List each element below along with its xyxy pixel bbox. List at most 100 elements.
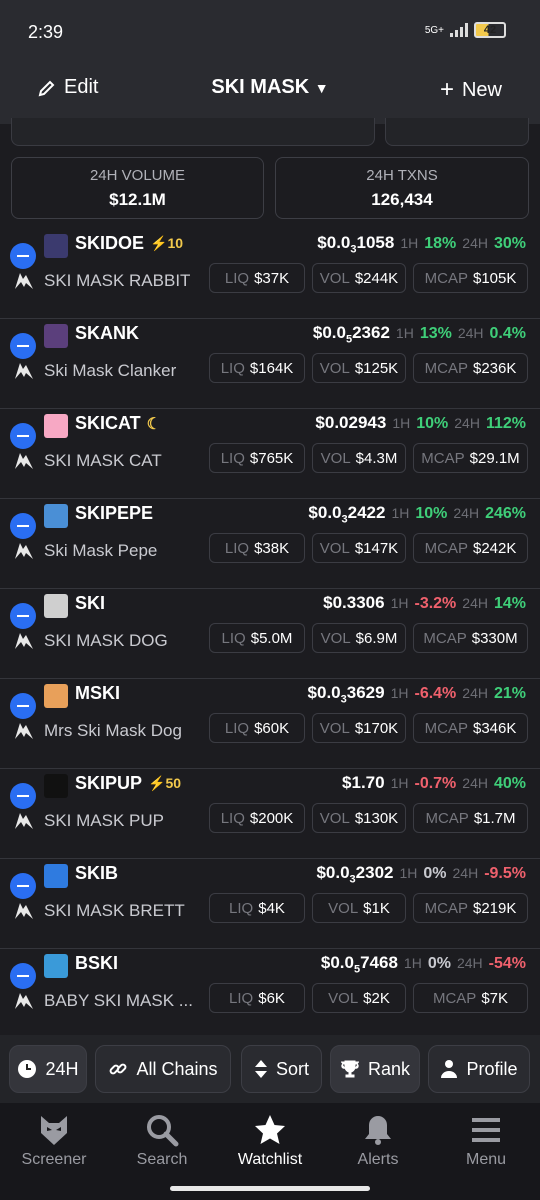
remove-from-watchlist-icon[interactable]	[10, 423, 36, 449]
token-price: $0.033629	[307, 683, 385, 706]
profile-button[interactable]: Profile	[428, 1045, 530, 1093]
token-logo	[44, 594, 68, 618]
token-logo	[44, 864, 68, 888]
remove-from-watchlist-icon[interactable]	[10, 873, 36, 899]
star-icon	[255, 1115, 285, 1144]
mcap-pill: MCAP $242K	[413, 533, 528, 563]
remove-from-watchlist-icon[interactable]	[10, 333, 36, 359]
token-row[interactable]: SKIDOE ⚡10 $0.031058 1H 18% 24H 30% SKI MASK RA…	[0, 229, 540, 319]
mcap-label: MCAP	[424, 359, 468, 377]
liquidity-pill: LIQ $60K	[209, 713, 305, 743]
chain-icon	[15, 903, 33, 919]
liquidity-pill: LIQ $164K	[209, 353, 305, 383]
token-symbol: BSKI	[75, 953, 119, 973]
h1-change: 13%	[419, 325, 452, 342]
token-symbol-group: SKIPEPE	[75, 503, 153, 524]
token-row[interactable]: SKANK $0.052362 1H 13% 24H 0.4% Ski Mask Clank…	[0, 319, 540, 409]
boost-badge: ⚡10	[150, 235, 184, 251]
h1-label: 1H	[395, 325, 414, 341]
liq-value: $5.0M	[250, 629, 293, 647]
clock-icon	[18, 1060, 37, 1078]
extra-button-partial[interactable]	[385, 118, 529, 146]
profile-label: Profile	[466, 1058, 518, 1079]
liq-value: $38K	[254, 539, 290, 557]
sort-icon	[254, 1060, 267, 1078]
owl-logo-icon	[41, 1116, 67, 1145]
token-row[interactable]: SKIPEPE $0.032422 1H 10% 24H 246% Ski Mask Pep…	[0, 499, 540, 589]
liq-label: LIQ	[224, 719, 250, 737]
token-row[interactable]: SKICAT ☾ $0.02943 1H 10% 24H 112% SKI MASK CAT L…	[0, 409, 540, 499]
mcap-value: $7K	[481, 989, 509, 1007]
token-row[interactable]: MSKI $0.033629 1H -6.4% 24H 21% Mrs Ski Mask D…	[0, 679, 540, 769]
volume-pill: VOL $2K	[312, 983, 406, 1013]
sort-button[interactable]: Sort	[241, 1045, 322, 1093]
vol-label: VOL	[328, 899, 359, 917]
liq-value: $37K	[254, 269, 290, 287]
h1-change: 0%	[427, 955, 451, 972]
tab-search[interactable]: Search	[112, 1113, 212, 1169]
plus-icon: +	[439, 76, 454, 103]
chains-button[interactable]: All Chains	[95, 1045, 231, 1093]
new-watchlist-button[interactable]: + New	[440, 76, 502, 104]
battery-icon: 42	[474, 22, 506, 38]
liq-value: $60K	[254, 719, 290, 737]
token-logo	[44, 324, 68, 348]
mcap-label: MCAP	[421, 449, 465, 467]
rank-button[interactable]: Rank	[330, 1045, 420, 1093]
token-logo	[44, 234, 68, 258]
timeframe-button[interactable]: 24H	[9, 1045, 87, 1093]
token-symbol: SKIB	[75, 863, 119, 883]
vol-label: VOL	[319, 539, 350, 557]
h1-label: 1H	[390, 685, 409, 701]
tab-watchlist[interactable]: Watchlist	[220, 1113, 320, 1169]
network-label: 5G+	[424, 24, 444, 36]
caret-down-icon: ▼	[314, 80, 329, 96]
h24-change: 14%	[493, 595, 526, 612]
token-name: Mrs Ski Mask Dog	[44, 721, 182, 740]
h24-label: 24H	[452, 865, 479, 881]
price-change-group: $0.052362 1H 13% 24H 0.4%	[313, 323, 526, 345]
volume-stat: 24H VOLUME $12.1M	[11, 157, 264, 219]
remove-from-watchlist-icon[interactable]	[10, 513, 36, 539]
vol-value: $1K	[363, 899, 390, 917]
token-name: SKI MASK DOG	[44, 631, 168, 650]
vol-value: $125K	[354, 359, 399, 377]
rank-label: Rank	[367, 1058, 411, 1079]
vol-label: VOL	[319, 809, 350, 827]
signal-icon	[450, 23, 468, 37]
remove-from-watchlist-icon[interactable]	[10, 963, 36, 989]
token-row[interactable]: SKIPUP ⚡50 $1.70 1H -0.7% 24H 40% SKI MASK PUP L…	[0, 769, 540, 859]
h24-label: 24H	[457, 325, 484, 341]
vol-label: VOL	[320, 449, 351, 467]
h24-label: 24H	[462, 775, 488, 791]
watchlist-header: Edit SKI MASK ▼ + New	[0, 50, 540, 124]
token-row[interactable]: SKIB $0.032302 1H 0% 24H -9.5% SKI MASK BRETT L…	[0, 859, 540, 949]
mcap-label: MCAP	[424, 269, 468, 287]
price-change-group: $0.033629 1H -6.4% 24H 21%	[308, 683, 526, 705]
battery-level: 42	[483, 24, 497, 36]
search-icon	[147, 1115, 179, 1147]
timeframe-label: 24H	[45, 1058, 79, 1079]
link-icon	[110, 1063, 127, 1075]
chain-icon	[15, 543, 33, 559]
vol-value: $170K	[354, 719, 399, 737]
vol-label: VOL	[320, 629, 351, 647]
remove-from-watchlist-icon[interactable]	[10, 693, 36, 719]
mcap-label: MCAP	[425, 809, 469, 827]
remove-from-watchlist-icon[interactable]	[10, 783, 36, 809]
tab-screener[interactable]: Screener	[4, 1113, 104, 1169]
remove-from-watchlist-icon[interactable]	[10, 603, 36, 629]
tab-alerts[interactable]: Alerts	[328, 1113, 428, 1169]
mcap-pill: MCAP $29.1M	[413, 443, 528, 473]
liq-value: $200K	[249, 809, 294, 827]
token-row[interactable]: BSKI $0.057468 1H 0% 24H -54% BABY SKI MASK ..…	[0, 949, 540, 1039]
token-row[interactable]: SKI $0.3306 1H -3.2% 24H 14% SKI MASK DOG LIQ $5…	[0, 589, 540, 679]
h1-label: 1H	[399, 865, 418, 881]
txns-label: 24H TXNS	[366, 167, 438, 184]
remove-from-watchlist-icon[interactable]	[10, 243, 36, 269]
set-alert-button-partial[interactable]	[11, 118, 375, 146]
tab-menu[interactable]: Menu	[436, 1113, 536, 1169]
token-symbol-group: BSKI	[75, 953, 118, 974]
boost-badge: ⚡50	[148, 775, 182, 791]
h1-change: 0%	[423, 865, 447, 882]
